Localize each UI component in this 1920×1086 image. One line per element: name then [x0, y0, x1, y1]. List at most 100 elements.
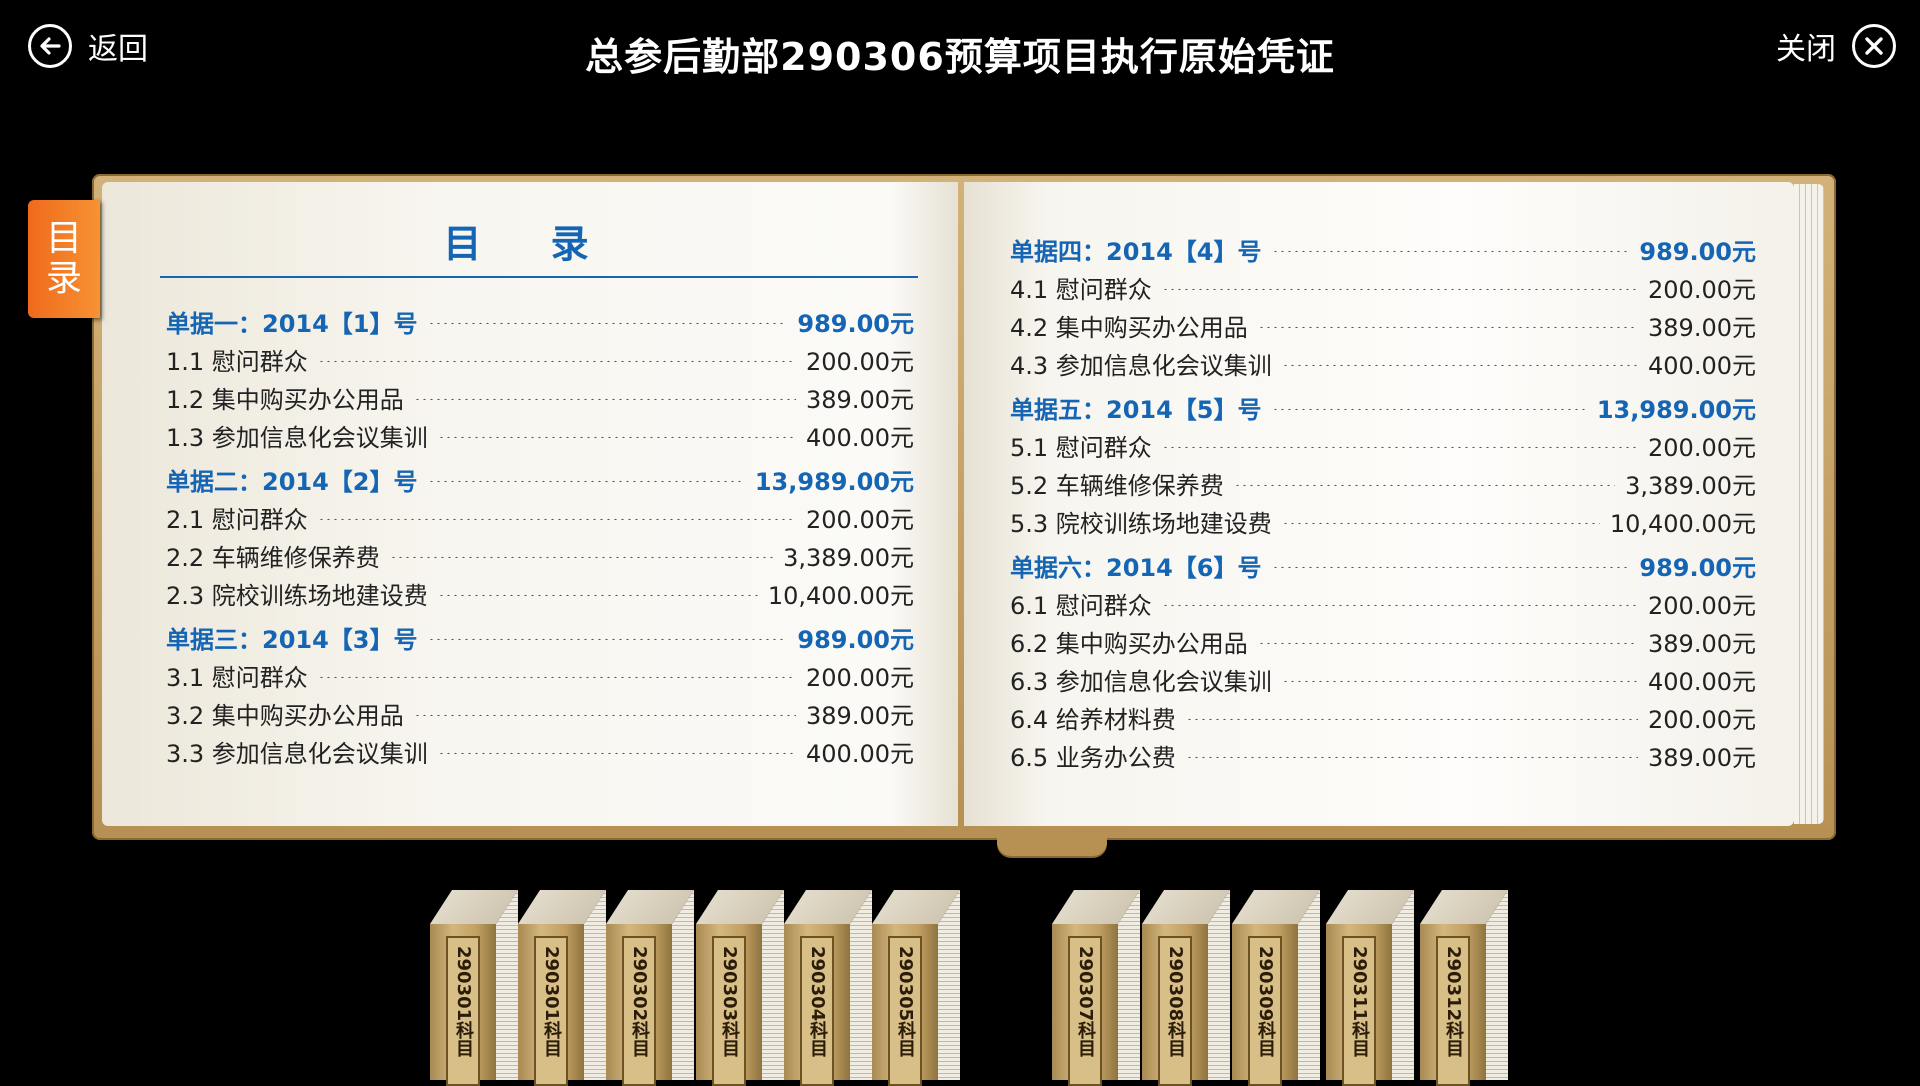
toc-entry-amount: 989.00元 [797, 309, 914, 338]
binder-label-text: 290302科目 [629, 946, 650, 1058]
toc-voucher-header[interactable]: 单据二：2014【2】号 13,989.00元 [166, 460, 914, 498]
binder-label-text: 290303科目 [719, 946, 740, 1058]
toc-entry-amount: 400.00元 [1648, 351, 1756, 380]
dot-leader [437, 752, 797, 754]
toc-entry-label: 1.1 慰问群众 [166, 347, 308, 376]
toc-entry[interactable]: 2.3 院校训练场地建设费 10,400.00元 [166, 574, 914, 612]
binder-label: 290303科目 [712, 936, 746, 1086]
toc-entry-amount: 3,389.00元 [1625, 471, 1756, 500]
toc-entry[interactable]: 3.3 参加信息化会议集训 400.00元 [166, 732, 914, 770]
toc-entry[interactable]: 6.3 参加信息化会议集训 400.00元 [1010, 660, 1756, 698]
binder-shelf: 290301科目 290301科目 290302科目 290303科目 290304科目… [0, 890, 1920, 1086]
toc-side-tab-label-top: 目 [45, 218, 82, 259]
toc-entry[interactable]: 5.3 院校训练场地建设费 10,400.00元 [1010, 502, 1756, 540]
binder-7[interactable]: 290307科目 [1052, 890, 1140, 1086]
toc-entry[interactable]: 3.1 慰问群众 200.00元 [166, 656, 914, 694]
toc-entry-amount: 200.00元 [806, 347, 914, 376]
toc-entry[interactable]: 4.2 集中购买办公用品 389.00元 [1010, 306, 1756, 344]
toc-entry-label: 5.3 院校训练场地建设费 [1010, 509, 1272, 538]
toc-entry-amount: 200.00元 [1648, 433, 1756, 462]
toc-entry-amount: 400.00元 [806, 739, 914, 768]
binder-label: 290312科目 [1436, 936, 1470, 1086]
dot-leader [1281, 680, 1639, 682]
toc-entry-label: 6.4 给养材料费 [1010, 705, 1176, 734]
toc-entry[interactable]: 4.3 参加信息化会议集训 400.00元 [1010, 344, 1756, 382]
binder-8[interactable]: 290308科目 [1142, 890, 1230, 1086]
toc-entry-amount: 389.00元 [806, 701, 914, 730]
toc-entry-label: 单据六：2014【6】号 [1010, 553, 1262, 582]
binder-10[interactable]: 290311科目 [1326, 890, 1414, 1086]
binder-spine: 290305科目 [872, 924, 938, 1086]
toc-entry-amount: 989.00元 [1639, 553, 1756, 582]
binder-label: 290309科目 [1248, 936, 1282, 1086]
toc-entry-label: 4.2 集中购买办公用品 [1010, 313, 1248, 342]
dot-leader [413, 398, 797, 400]
binder-label-text: 290309科目 [1255, 946, 1276, 1058]
binder-11[interactable]: 290312科目 [1420, 890, 1508, 1086]
toc-voucher-header[interactable]: 单据一：2014【1】号 989.00元 [166, 302, 914, 340]
toc-voucher-header[interactable]: 单据五：2014【5】号 13,989.00元 [1010, 388, 1756, 426]
toc-entry[interactable]: 6.4 给养材料费 200.00元 [1010, 698, 1756, 736]
binder-spine: 290301科目 [430, 924, 496, 1086]
toc-entry-label: 4.1 慰问群众 [1010, 275, 1152, 304]
toc-entry-label: 3.2 集中购买办公用品 [166, 701, 404, 730]
toc-entry-amount: 389.00元 [1648, 313, 1756, 342]
binder-9[interactable]: 290309科目 [1232, 890, 1320, 1086]
book-spine-tab [997, 832, 1107, 856]
binder-label: 290301科目 [534, 936, 568, 1086]
toc-entry-label: 单据二：2014【2】号 [166, 467, 418, 496]
toc-entry[interactable]: 2.2 车辆维修保养费 3,389.00元 [166, 536, 914, 574]
toc-entry-label: 6.3 参加信息化会议集训 [1010, 667, 1272, 696]
dot-leader [413, 714, 797, 716]
toc-entry[interactable]: 1.2 集中购买办公用品 389.00元 [166, 378, 914, 416]
toc-left-column: 单据一：2014【1】号 989.00元 1.1 慰问群众 200.00元 1.2 集中… [166, 302, 914, 770]
toc-entry[interactable]: 5.2 车辆维修保养费 3,389.00元 [1010, 464, 1756, 502]
binder-1[interactable]: 290301科目 [430, 890, 518, 1086]
binder-label: 290307科目 [1068, 936, 1102, 1086]
binder-spine: 290303科目 [696, 924, 762, 1086]
binder-3[interactable]: 290302科目 [606, 890, 694, 1086]
toc-entry[interactable]: 6.1 慰问群众 200.00元 [1010, 584, 1756, 622]
toc-entry-amount: 10,400.00元 [1609, 509, 1756, 538]
close-label: 关闭 [1776, 32, 1836, 67]
toc-voucher-header[interactable]: 单据四：2014【4】号 989.00元 [1010, 230, 1756, 268]
binder-5[interactable]: 290304科目 [784, 890, 872, 1086]
toc-entry-amount: 10,400.00元 [767, 581, 914, 610]
toc-voucher-header[interactable]: 单据六：2014【6】号 989.00元 [1010, 546, 1756, 584]
toc-entry-amount: 13,989.00元 [754, 467, 914, 496]
toc-entry[interactable]: 6.2 集中购买办公用品 389.00元 [1010, 622, 1756, 660]
toc-side-tab[interactable]: 目 录 [28, 200, 100, 318]
dot-leader [1161, 604, 1639, 606]
dot-leader [1161, 446, 1639, 448]
binder-label: 290302科目 [622, 936, 656, 1086]
toc-entry-amount: 200.00元 [1648, 591, 1756, 620]
toc-entry[interactable]: 6.5 业务办公费 389.00元 [1010, 736, 1756, 774]
dot-leader [427, 322, 788, 324]
toc-entry-label: 5.2 车辆维修保养费 [1010, 471, 1224, 500]
toc-voucher-header[interactable]: 单据三：2014【3】号 989.00元 [166, 618, 914, 656]
close-button[interactable]: 关闭 [1776, 24, 1896, 68]
binder-4[interactable]: 290303科目 [696, 890, 784, 1086]
binder-2[interactable]: 290301科目 [518, 890, 606, 1086]
toc-entry[interactable]: 1.3 参加信息化会议集训 400.00元 [166, 416, 914, 454]
dot-leader [1271, 566, 1630, 568]
toc-entry-amount: 3,389.00元 [783, 543, 914, 572]
toc-entry-amount: 989.00元 [797, 625, 914, 654]
toc-entry[interactable]: 5.1 慰问群众 200.00元 [1010, 426, 1756, 464]
dot-leader [1185, 756, 1639, 758]
toc-entry[interactable]: 2.1 慰问群众 200.00元 [166, 498, 914, 536]
close-icon [1852, 24, 1896, 68]
dot-leader [1271, 408, 1587, 410]
binder-label-text: 290308科目 [1165, 946, 1186, 1058]
toc-entry[interactable]: 1.1 慰问群众 200.00元 [166, 340, 914, 378]
binder-6[interactable]: 290305科目 [872, 890, 960, 1086]
toc-entry[interactable]: 3.2 集中购买办公用品 389.00元 [166, 694, 914, 732]
toc-entry[interactable]: 4.1 慰问群众 200.00元 [1010, 268, 1756, 306]
toc-divider [160, 276, 918, 278]
toc-entry-label: 单据一：2014【1】号 [166, 309, 418, 338]
binder-spine: 290307科目 [1052, 924, 1118, 1086]
binder-label: 290308科目 [1158, 936, 1192, 1086]
toc-entry-label: 2.3 院校训练场地建设费 [166, 581, 428, 610]
dot-leader [437, 436, 797, 438]
toc-entry-amount: 389.00元 [806, 385, 914, 414]
